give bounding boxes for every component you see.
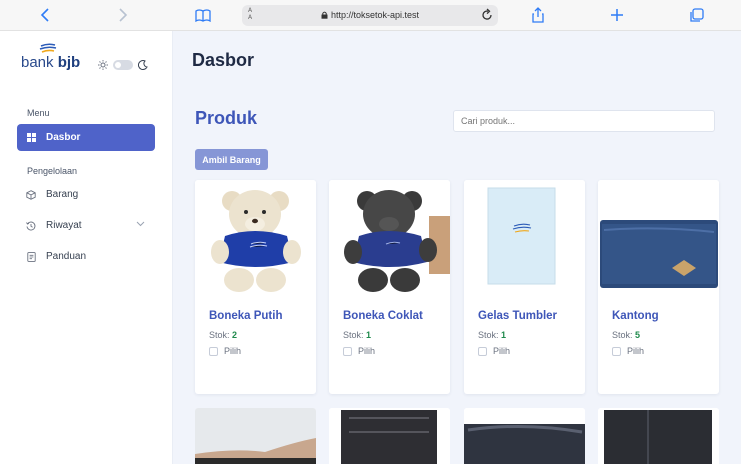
product-card[interactable]: Boneka Putih Stok: 2 Pilih	[195, 180, 316, 394]
lock-icon	[321, 11, 328, 19]
stok-label: Stok:	[209, 330, 230, 340]
product-card[interactable]: Kantong Stok: 5 Pilih	[598, 180, 719, 394]
url-text: http://toksetok-api.test	[330, 10, 420, 20]
stok-value: 1	[366, 330, 372, 340]
pilih-label: Pilih	[493, 346, 511, 356]
product-card[interactable]	[329, 408, 450, 464]
product-image-pouch	[598, 180, 719, 298]
tabs-overview-icon[interactable]	[687, 6, 705, 24]
product-image-teddy-white	[195, 180, 316, 298]
search-input[interactable]	[453, 110, 715, 132]
moon-icon	[138, 60, 148, 70]
main-content: Dasbor Produk Ambil Barang Boneka Putih …	[174, 31, 741, 464]
bank-bjb-logo[interactable]: bank bjb	[21, 43, 81, 73]
checkbox-box[interactable]	[343, 346, 352, 356]
pilih-label: Pilih	[627, 346, 645, 356]
sun-icon	[98, 60, 108, 70]
back-icon[interactable]	[36, 6, 54, 24]
product-name[interactable]: Gelas Tumbler	[478, 310, 557, 322]
product-image-partial	[598, 408, 719, 464]
stok-label: Stok:	[343, 330, 364, 340]
sidebar-item-dasbor[interactable]: Dasbor	[17, 124, 155, 151]
product-name[interactable]: Boneka Putih	[209, 310, 282, 322]
chevron-down-icon[interactable]	[136, 221, 145, 227]
product-card[interactable]	[464, 408, 585, 464]
sidebar-item-label: Dasbor	[46, 132, 81, 143]
box-icon	[26, 189, 36, 200]
address-bar[interactable]: AA http://toksetok-api.test	[242, 5, 498, 26]
bookmarks-icon[interactable]	[194, 6, 212, 24]
stok-value: 5	[635, 330, 641, 340]
sidebar-item-label: Panduan	[46, 251, 87, 262]
pilih-checkbox[interactable]: Pilih	[209, 346, 241, 356]
stok-label: Stok:	[478, 330, 499, 340]
stok-value: 1	[501, 330, 507, 340]
product-stock: Stok: 1	[343, 330, 371, 340]
page-title: Dasbor	[192, 50, 255, 70]
reload-icon[interactable]	[481, 8, 493, 22]
ambil-barang-button[interactable]: Ambil Barang	[195, 149, 268, 170]
sidebar-item-label: Barang	[46, 189, 79, 200]
product-card[interactable]	[195, 408, 316, 464]
product-image-tumbler-box	[464, 180, 585, 298]
sidebar-item-barang[interactable]: Barang	[17, 181, 155, 208]
checkbox-box[interactable]	[209, 346, 218, 356]
product-image-partial	[464, 408, 585, 464]
pilih-checkbox[interactable]: Pilih	[612, 346, 644, 356]
product-card[interactable]	[598, 408, 719, 464]
browser-toolbar: AA http://toksetok-api.test	[0, 0, 741, 31]
sidebar-item-label: Riwayat	[46, 220, 82, 231]
pilih-checkbox[interactable]: Pilih	[343, 346, 375, 356]
theme-toggle[interactable]	[113, 60, 133, 70]
pilih-label: Pilih	[358, 346, 376, 356]
document-icon	[26, 251, 36, 262]
checkbox-box[interactable]	[612, 346, 621, 356]
checkbox-box[interactable]	[478, 346, 487, 356]
product-name[interactable]: Boneka Coklat	[343, 310, 423, 322]
product-card[interactable]: Boneka Coklat Stok: 1 Pilih	[329, 180, 450, 394]
grid-icon	[26, 133, 36, 143]
history-icon	[26, 221, 36, 231]
product-image-teddy-brown	[329, 180, 450, 298]
product-image-partial	[329, 408, 450, 464]
theme-switcher[interactable]	[98, 60, 148, 70]
stok-label: Stok:	[612, 330, 633, 340]
product-stock: Stok: 1	[478, 330, 506, 340]
product-name[interactable]: Kantong	[612, 310, 659, 322]
product-image-partial	[195, 408, 316, 464]
product-stock: Stok: 5	[612, 330, 640, 340]
new-tab-icon[interactable]	[608, 6, 626, 24]
sidebar-item-riwayat[interactable]: Riwayat	[17, 212, 155, 239]
share-icon[interactable]	[529, 6, 547, 24]
forward-icon[interactable]	[114, 6, 132, 24]
pilih-label: Pilih	[224, 346, 242, 356]
produk-section-title: Produk	[195, 108, 258, 128]
pengelolaan-section-label: Pengelolaan	[27, 166, 78, 176]
sidebar: bank bjb Menu Dasbor Pengelolaan Barang …	[0, 31, 173, 464]
product-stock: Stok: 2	[209, 330, 237, 340]
pilih-checkbox[interactable]: Pilih	[478, 346, 510, 356]
menu-section-label: Menu	[27, 108, 50, 118]
logo-text-bold: bjb	[57, 54, 81, 71]
sidebar-item-panduan[interactable]: Panduan	[17, 243, 155, 270]
product-card[interactable]: Gelas Tumbler Stok: 1 Pilih	[464, 180, 585, 394]
stok-value: 2	[232, 330, 238, 340]
logo-text-prefix: bank	[21, 54, 58, 71]
